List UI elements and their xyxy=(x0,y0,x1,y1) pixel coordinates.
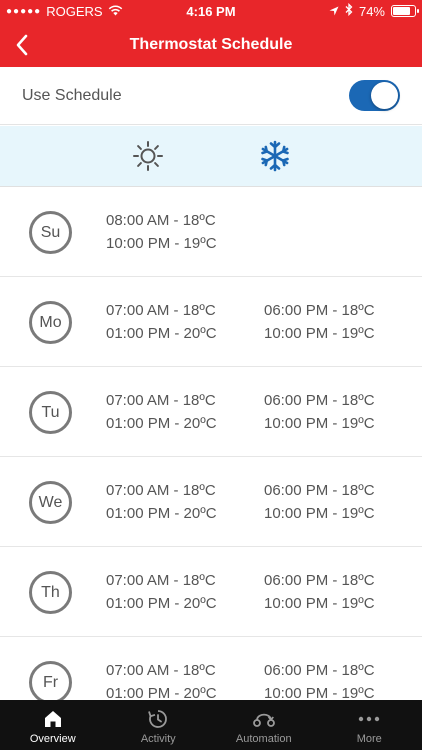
tab-label: More xyxy=(356,733,382,745)
schedule-row-tuesday[interactable]: Tu 07:00 AM - 18ºC 01:00 PM - 20ºC 06:00… xyxy=(0,367,422,457)
schedule-entry: 07:00 AM - 18ºC xyxy=(106,302,216,319)
battery-icon xyxy=(391,5,419,17)
schedule-entry: 06:00 PM - 18ºC xyxy=(264,392,375,409)
home-icon xyxy=(43,708,63,730)
cool-mode-button[interactable] xyxy=(257,138,293,174)
use-schedule-toggle[interactable] xyxy=(349,80,400,111)
tab-more[interactable]: More xyxy=(317,700,422,750)
use-schedule-row: Use Schedule xyxy=(0,67,422,125)
toggle-knob xyxy=(371,82,398,109)
status-bar: ●●●●● ROGERS 4:16 PM 74% xyxy=(0,0,422,23)
schedule-entry: 10:00 PM - 19ºC xyxy=(106,235,217,252)
day-badge: Su xyxy=(29,211,72,254)
schedule-entry: 01:00 PM - 20ºC xyxy=(106,325,217,342)
battery-percent: 74% xyxy=(358,3,385,19)
more-icon xyxy=(358,708,380,730)
schedule-entry: 06:00 PM - 18ºC xyxy=(264,662,375,679)
sun-icon xyxy=(133,141,163,171)
schedule-entry: 07:00 AM - 18ºC xyxy=(106,572,216,589)
schedule-entry: 10:00 PM - 19ºC xyxy=(264,505,375,522)
schedule-entry: 10:00 PM - 19ºC xyxy=(264,325,375,342)
schedule-entry: 10:00 PM - 19ºC xyxy=(264,415,375,432)
app-header: ●●●●● ROGERS 4:16 PM 74% Thermostat Sche… xyxy=(0,0,422,67)
page-title: Thermostat Schedule xyxy=(129,36,293,53)
schedule-row-sunday[interactable]: Su 08:00 AM - 18ºC 10:00 PM - 19ºC xyxy=(0,187,422,277)
location-icon xyxy=(329,4,339,19)
schedule-entry: 10:00 PM - 19ºC xyxy=(264,685,375,700)
bluetooth-icon xyxy=(345,2,353,19)
tab-label: Activity xyxy=(140,733,176,745)
schedule-entry: 01:00 PM - 20ºC xyxy=(106,685,217,700)
schedule-entry: 01:00 PM - 20ºC xyxy=(106,415,217,432)
back-button[interactable] xyxy=(8,31,36,59)
tab-overview[interactable]: Overview xyxy=(0,700,106,750)
chevron-left-icon xyxy=(16,34,28,56)
day-badge: Th xyxy=(29,571,72,614)
heat-mode-button[interactable] xyxy=(130,138,166,174)
day-badge: We xyxy=(29,481,72,524)
day-badge: Mo xyxy=(29,301,72,344)
schedule-entry: 07:00 AM - 18ºC xyxy=(106,662,216,679)
schedule-row-monday[interactable]: Mo 07:00 AM - 18ºC 01:00 PM - 20ºC 06:00… xyxy=(0,277,422,367)
schedule-entry: 07:00 AM - 18ºC xyxy=(106,392,216,409)
use-schedule-label: Use Schedule xyxy=(22,86,122,104)
schedule-entry: 01:00 PM - 20ºC xyxy=(106,505,217,522)
day-badge: Tu xyxy=(29,391,72,434)
schedule-entry: 06:00 PM - 18ºC xyxy=(264,482,375,499)
schedule-entry: 06:00 PM - 18ºC xyxy=(264,302,375,319)
schedule-row-thursday[interactable]: Th 07:00 AM - 18ºC 01:00 PM - 20ºC 06:00… xyxy=(0,547,422,637)
schedule-entry: 08:00 AM - 18ºC xyxy=(106,212,216,229)
activity-icon xyxy=(147,708,169,730)
schedule-entry: 01:00 PM - 20ºC xyxy=(106,595,217,612)
schedule-row-wednesday[interactable]: We 07:00 AM - 18ºC 01:00 PM - 20ºC 06:00… xyxy=(0,457,422,547)
tab-activity[interactable]: Activity xyxy=(106,700,212,750)
tab-label: Overview xyxy=(29,733,76,745)
mode-selector xyxy=(0,126,422,187)
schedule-row-friday[interactable]: Fr 07:00 AM - 18ºC 01:00 PM - 20ºC 06:00… xyxy=(0,637,422,700)
automation-icon xyxy=(252,708,276,730)
tab-label: Automation xyxy=(235,733,292,745)
nav-bar: Thermostat Schedule xyxy=(0,23,422,67)
schedule-entry: 07:00 AM - 18ºC xyxy=(106,482,216,499)
schedule-list: Su 08:00 AM - 18ºC 10:00 PM - 19ºC Mo 07… xyxy=(0,187,422,700)
day-badge: Fr xyxy=(29,661,72,700)
schedule-entry: 10:00 PM - 19ºC xyxy=(264,595,375,612)
tab-bar: Overview Activity Automation More xyxy=(0,700,422,750)
schedule-entry: 06:00 PM - 18ºC xyxy=(264,572,375,589)
snowflake-icon xyxy=(261,140,289,172)
tab-automation[interactable]: Automation xyxy=(211,700,317,750)
